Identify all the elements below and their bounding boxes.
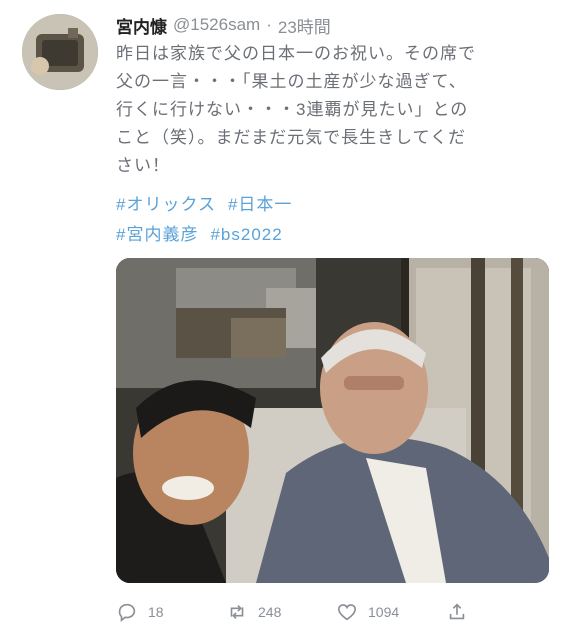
tweet[interactable]: 宮内慷 @1526sam · 23時間 昨日は家族で父の日本一のお祝い。その席で… (0, 0, 574, 640)
tweet-text-line: 行くに行けない・・・3連覇が見たい」との (116, 100, 469, 119)
avatar-image (22, 14, 98, 90)
reply-count: 18 (148, 604, 164, 620)
avatar[interactable] (22, 14, 98, 90)
tweet-actions: 18 248 1094 (116, 598, 556, 626)
like-count: 1094 (368, 604, 400, 620)
tweet-text-line: こと（笑）。まだまだ元気で長生きしてくだ (116, 128, 467, 147)
reply-button[interactable]: 18 (116, 601, 226, 623)
tweet-timestamp[interactable]: 23時間 (278, 13, 331, 38)
retweet-icon (230, 604, 244, 620)
share-icon (449, 603, 465, 620)
like-button[interactable]: 1094 (336, 601, 446, 623)
user-handle[interactable]: @1526sam (173, 15, 260, 35)
retweet-button[interactable]: 248 (226, 601, 336, 623)
hashtag-link[interactable]: #オリックス (116, 195, 216, 214)
tweet-text-line: 父の一言・・・「果土の土産が少な過ぎて、 (116, 72, 467, 91)
tweet-text-line: 昨日は家族で父の日本一のお祝い。その席で (116, 44, 476, 63)
photo-image (116, 258, 549, 583)
tweet-body: 昨日は家族で父の日本一のお祝い。その席で 父の一言・・・「果土の土産が少な過ぎて… (116, 40, 556, 180)
hashtag-link[interactable]: #宮内義彦 (116, 225, 198, 244)
reply-icon (118, 603, 136, 622)
display-name[interactable]: 宮内慷 (116, 13, 167, 38)
hashtag-list: #オリックス #日本一 #宮内義彦 #bs2022 (116, 190, 556, 250)
heart-icon (337, 604, 357, 621)
hashtag-link[interactable]: #bs2022 (210, 225, 282, 244)
separator-dot: · (266, 15, 272, 34)
tweet-photo[interactable] (116, 258, 549, 583)
retweet-count: 248 (258, 604, 282, 620)
tweet-header: 宮内慷 @1526sam · 23時間 (116, 13, 331, 38)
hashtag-link[interactable]: #日本一 (228, 195, 292, 214)
tweet-text-line: さい！ (116, 156, 170, 175)
share-button[interactable] (446, 601, 556, 623)
